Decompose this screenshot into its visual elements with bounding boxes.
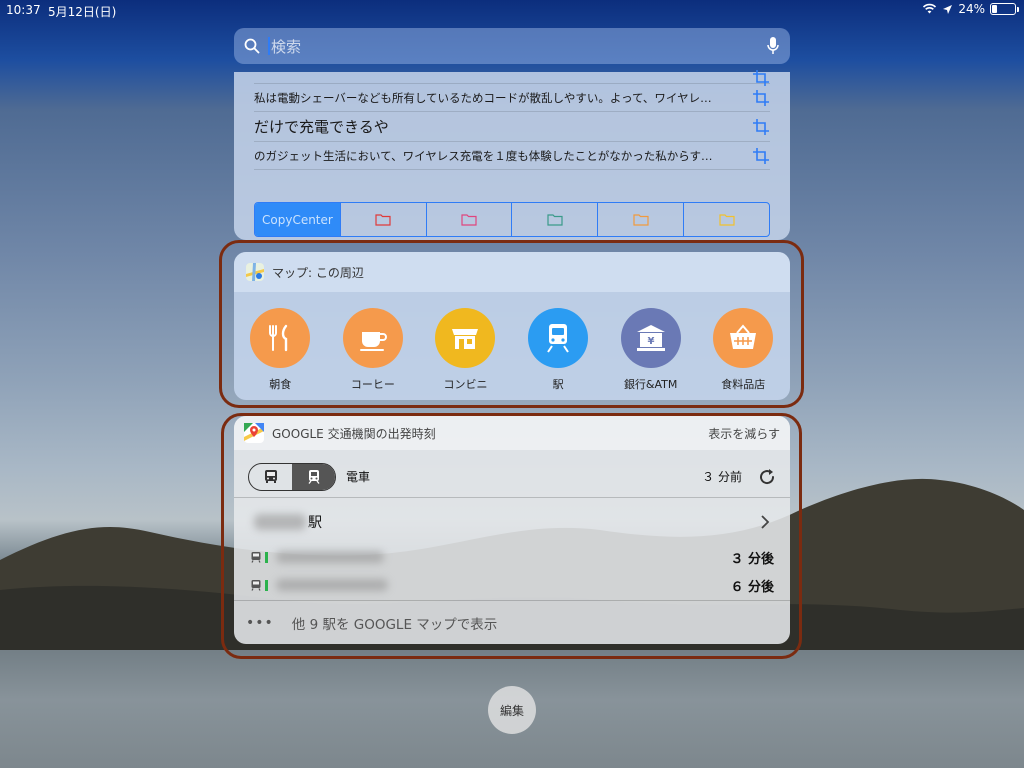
- status-bar: 10:37 5月12日(日) 24%: [0, 0, 1024, 22]
- copy-tabs: CopyCenter: [254, 202, 770, 237]
- status-time: 10:37: [6, 3, 41, 17]
- edit-button[interactable]: 編集: [488, 686, 536, 734]
- status-date: 5月12日(日): [48, 5, 117, 19]
- clip-text: だけで充電できるや: [254, 118, 389, 136]
- folder-tab-3[interactable]: [511, 203, 597, 236]
- folder-icon: [547, 214, 563, 226]
- clip-row[interactable]: だけで充電できるや: [254, 112, 770, 142]
- microphone-icon[interactable]: [766, 36, 780, 56]
- folder-tab-4[interactable]: [597, 203, 683, 236]
- crop-icon[interactable]: [752, 118, 770, 136]
- clip-row[interactable]: のガジェット生活において、ワイヤレス充電を１度も体験したことがなかった私からす…: [254, 142, 770, 170]
- highlight-frame: [221, 413, 802, 659]
- search-icon: [244, 38, 260, 54]
- search-input[interactable]: 検索: [271, 36, 766, 57]
- clip-text: のガジェット生活において、ワイヤレス充電を１度も体験したことがなかった私からす…: [254, 148, 713, 163]
- status-indicators: 24%: [922, 2, 1019, 16]
- clip-row[interactable]: 私は電動シェーバーなども所有しているためコードが散乱しやすい。よって、ワイヤレ…: [254, 84, 770, 112]
- tab-copycenter[interactable]: CopyCenter: [255, 203, 340, 236]
- folder-icon: [633, 214, 649, 226]
- search-bar[interactable]: 検索: [234, 28, 790, 64]
- location-icon: [943, 4, 953, 14]
- copycenter-widget: 私は電動シェーバーなども所有しているためコードが散乱しやすい。よって、ワイヤレ……: [234, 69, 790, 240]
- battery-percent: 24%: [958, 2, 985, 16]
- crop-icon[interactable]: [752, 147, 770, 165]
- battery-fill: [992, 5, 998, 13]
- clip-text: 私は電動シェーバーなども所有しているためコードが散乱しやすい。よって、ワイヤレ…: [254, 90, 712, 105]
- folder-icon: [461, 214, 477, 226]
- battery-icon: [990, 3, 1019, 15]
- crop-icon[interactable]: [752, 89, 770, 107]
- folder-tab-2[interactable]: [425, 203, 512, 236]
- folder-icon: [718, 214, 735, 226]
- clip-row-partial[interactable]: [254, 69, 770, 86]
- text-caret: [268, 37, 270, 55]
- folder-tab-1[interactable]: [339, 203, 426, 236]
- folder-tab-5[interactable]: [683, 203, 769, 236]
- folder-icon: [375, 214, 391, 226]
- wifi-icon: [923, 3, 937, 14]
- highlight-frame: [219, 240, 804, 408]
